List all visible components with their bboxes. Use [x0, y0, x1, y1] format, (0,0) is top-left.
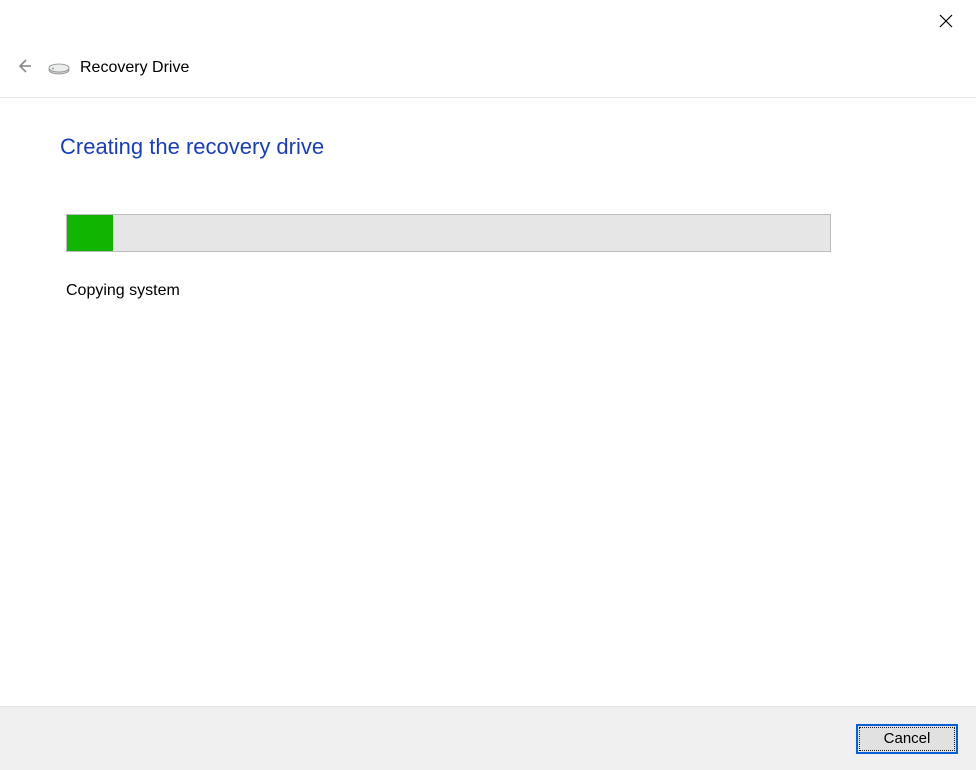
back-arrow-icon [15, 57, 33, 79]
progress-bar-fill [67, 215, 113, 251]
wizard-content: Creating the recovery drive Copying syst… [0, 98, 976, 300]
close-icon [939, 14, 953, 32]
close-button[interactable] [930, 7, 962, 39]
status-text: Copying system [66, 282, 916, 300]
titlebar [0, 0, 976, 46]
app-title: Recovery Drive [80, 59, 189, 77]
wizard-header: Recovery Drive [0, 46, 976, 98]
progress-bar-track [66, 214, 831, 252]
wizard-footer: Cancel [0, 706, 976, 770]
drive-icon [48, 61, 70, 75]
back-button[interactable] [12, 56, 36, 80]
cancel-button[interactable]: Cancel [856, 724, 958, 754]
page-heading: Creating the recovery drive [60, 134, 916, 160]
